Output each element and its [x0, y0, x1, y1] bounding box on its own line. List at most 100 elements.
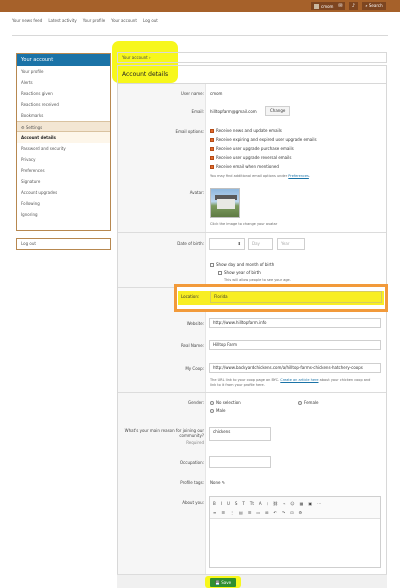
- sidebar-item-signature[interactable]: Signature: [17, 176, 110, 187]
- font-size-icon[interactable]: Tt: [250, 501, 254, 506]
- dob-year-input[interactable]: Year: [277, 238, 305, 250]
- coop-note: The URL link to your coop page on BYC. C…: [210, 378, 370, 382]
- email-option-label: Receive email when mentioned: [216, 164, 279, 169]
- breadcrumb[interactable]: Your account ›: [117, 52, 387, 63]
- sidebar-item-reactions-received[interactable]: Reactions received: [17, 99, 110, 110]
- checkbox-icon[interactable]: [210, 146, 214, 151]
- checkbox-icon[interactable]: [210, 128, 214, 133]
- table-icon[interactable]: ▤: [239, 510, 243, 515]
- profile-tags-value: None ✎: [210, 480, 225, 485]
- toggle-bbcode-icon[interactable]: ⊡: [290, 510, 293, 515]
- email-option-mentioned[interactable]: Receive email when mentioned: [210, 164, 279, 169]
- coop-input[interactable]: http://www.backyardchickens.com/a/hillto…: [209, 363, 381, 373]
- nav-latest-activity[interactable]: Latest activity: [48, 18, 76, 23]
- divider: [118, 392, 386, 393]
- italic-icon[interactable]: I: [221, 501, 222, 506]
- website-input[interactable]: http://www.hilltopfarm.info: [209, 318, 381, 328]
- email-options-note: You may find additional email options un…: [210, 174, 310, 178]
- sidebar-item-password-security[interactable]: Password and security: [17, 143, 110, 154]
- avatar-image[interactable]: [210, 188, 240, 218]
- avatar-house: [217, 199, 235, 209]
- email-option-reversal[interactable]: Receive user upgrade reversal emails: [210, 155, 291, 160]
- sidebar-item-bookmarks[interactable]: Bookmarks: [17, 110, 110, 121]
- strikethrough-icon[interactable]: S: [235, 501, 238, 506]
- email-option-label: Receive user upgrade purchase emails: [216, 146, 294, 151]
- email-option-expiring[interactable]: Receive expiring and expired user upgrad…: [210, 137, 317, 142]
- list-icon[interactable]: ☰: [221, 510, 225, 515]
- about-editor[interactable]: B I U S T Tt A ⁝ ⛓ ⌁ ☺ ▦ ▣ ⋯ ≡ ☰ ⋮ ▤ ☰ ▭…: [209, 496, 381, 568]
- gender-option-female[interactable]: Female: [298, 400, 318, 405]
- checkbox-icon[interactable]: [210, 155, 214, 160]
- nav-your-profile[interactable]: Your profile: [83, 18, 105, 23]
- inbox-icon[interactable]: ✉: [336, 2, 345, 10]
- dob-show-year-label: Show year of birth: [224, 270, 261, 275]
- link-icon[interactable]: ⛓: [273, 501, 278, 506]
- dob-day-input[interactable]: Day: [248, 238, 273, 250]
- media-icon[interactable]: ▣: [308, 501, 312, 506]
- preferences-link[interactable]: Preferences: [288, 174, 309, 178]
- sidebar-item-account-details[interactable]: Account details: [17, 132, 110, 143]
- checkbox-icon[interactable]: [210, 262, 214, 267]
- dob-show-day-month[interactable]: Show day and month of birth: [210, 262, 274, 267]
- bell-icon[interactable]: ♪: [349, 2, 358, 10]
- checkbox-icon[interactable]: [210, 137, 214, 142]
- sidebar-item-ignoring[interactable]: Ignoring: [17, 209, 110, 220]
- create-article-link[interactable]: Create an article here: [280, 378, 318, 382]
- sidebar-item-reactions-given[interactable]: Reactions given: [17, 88, 110, 99]
- image-icon[interactable]: ▦: [300, 501, 304, 506]
- occupation-input[interactable]: [209, 456, 271, 468]
- reason-input[interactable]: chickens: [209, 427, 271, 441]
- radio-icon[interactable]: [298, 400, 302, 405]
- ordered-list-icon[interactable]: ⋮: [230, 510, 234, 515]
- align-icon[interactable]: ≡: [213, 510, 216, 515]
- sidebar-item-account-upgrades[interactable]: Account upgrades: [17, 187, 110, 198]
- sidebar-item-alerts[interactable]: Alerts: [17, 77, 110, 88]
- bold-icon[interactable]: B: [213, 501, 216, 506]
- sidebar-item-preferences[interactable]: Preferences: [17, 165, 110, 176]
- unlink-icon[interactable]: ⌁: [283, 501, 285, 506]
- more-text-icon[interactable]: ⁝: [267, 501, 268, 506]
- email-option-news[interactable]: Receive news and update emails: [210, 128, 282, 133]
- settings-icon[interactable]: ⚙: [299, 510, 303, 515]
- email-change-button[interactable]: Change: [265, 106, 291, 116]
- save-button[interactable]: 💾 Save: [210, 578, 236, 587]
- sidebar-logout[interactable]: Log out: [16, 238, 111, 250]
- settings-label: Settings: [25, 125, 43, 130]
- divider: [12, 35, 388, 36]
- sidebar-section-settings: ⚙ Settings: [17, 121, 110, 132]
- sidebar-item-privacy[interactable]: Privacy: [17, 154, 110, 165]
- spoiler-icon[interactable]: ▭: [256, 510, 260, 515]
- checkbox-icon[interactable]: [218, 270, 222, 275]
- nav-news-feed[interactable]: Your news feed: [12, 18, 42, 23]
- gender-option-none[interactable]: No selection: [210, 400, 241, 405]
- location-input[interactable]: Florida: [210, 291, 382, 303]
- search-button[interactable]: ⌕ Search: [362, 2, 386, 10]
- avatar-label: Avatar:: [189, 190, 204, 195]
- dob-month-select[interactable]: ⬍: [209, 238, 245, 250]
- save-label: Save: [221, 580, 232, 585]
- nav-log-out[interactable]: Log out: [143, 18, 158, 23]
- radio-icon[interactable]: [210, 408, 214, 413]
- gender-option-male[interactable]: Male: [210, 408, 225, 413]
- dob-show-year[interactable]: Show year of birth: [218, 270, 261, 275]
- font-icon[interactable]: T: [242, 501, 244, 506]
- sidebar-item-following[interactable]: Following: [17, 198, 110, 209]
- checkbox-icon[interactable]: [210, 164, 214, 169]
- insert-icon[interactable]: ⊞: [265, 510, 268, 515]
- redo-icon[interactable]: ↷: [282, 510, 285, 515]
- nav-your-account[interactable]: Your account: [111, 18, 137, 23]
- user-menu[interactable]: cmom: [311, 2, 337, 10]
- more-icon[interactable]: ⋯: [317, 501, 321, 506]
- radio-icon[interactable]: [210, 400, 214, 405]
- account-sidebar: Your account Your profile Alerts Reactio…: [16, 53, 111, 231]
- text-color-icon[interactable]: A: [259, 501, 262, 506]
- undo-icon[interactable]: ↶: [273, 510, 276, 515]
- quote-icon[interactable]: ☰: [248, 510, 252, 515]
- smiley-icon[interactable]: ☺: [290, 501, 294, 506]
- realname-input[interactable]: Hilltop Farm: [209, 340, 381, 350]
- email-option-purchase[interactable]: Receive user upgrade purchase emails: [210, 146, 294, 151]
- underline-icon[interactable]: U: [227, 501, 230, 506]
- avatar: [314, 3, 319, 9]
- sidebar-item-your-profile[interactable]: Your profile: [17, 66, 110, 77]
- pencil-icon[interactable]: ✎: [222, 480, 225, 485]
